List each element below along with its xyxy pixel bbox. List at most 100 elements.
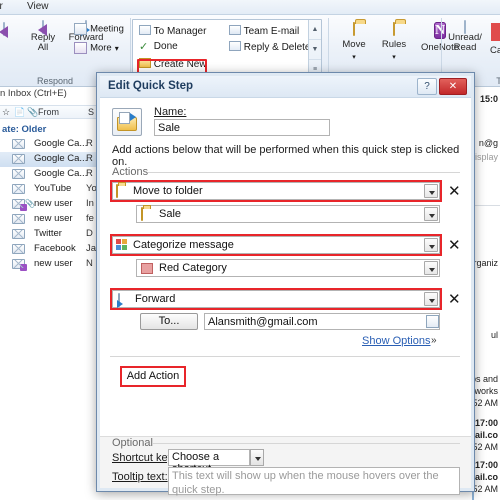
dialog-body: Name: Add actions below that will be per… [100, 98, 471, 496]
message-sender: Facebook [34, 243, 76, 254]
add-action-button[interactable]: Add Action [122, 368, 184, 385]
table-row[interactable]: Google Ca... R [0, 137, 97, 152]
dialog-titlebar[interactable]: Edit Quick Step ? ✕ [100, 76, 471, 98]
reply-delete-icon [229, 41, 241, 51]
tags-group-label: Ta [496, 76, 500, 86]
message-subject: R [86, 138, 93, 149]
reading-pane-time-4: 52 AM [472, 442, 498, 452]
rules-dropdown-arrow-icon[interactable]: ▾ [392, 54, 396, 61]
column-header-attachment-icon[interactable]: 📎 [27, 107, 38, 118]
chevron-down-icon[interactable] [424, 261, 438, 275]
to-button[interactable]: To... [140, 313, 198, 330]
tab-view[interactable]: View [27, 1, 49, 12]
create-new-icon [139, 58, 151, 68]
reply-delete-label: Reply & Delete [243, 42, 311, 53]
reading-pane-email: n@g [478, 138, 498, 148]
message-subject: In [86, 198, 94, 209]
table-row[interactable]: 📎 new user In [0, 197, 97, 212]
table-row[interactable]: Google Ca... R [0, 167, 97, 182]
chevron-down-icon[interactable] [424, 292, 438, 306]
message-subject: R [86, 153, 93, 164]
tooltip-text-input[interactable]: This text will show up when the mouse ho… [168, 467, 460, 496]
column-header-from[interactable]: From [38, 107, 59, 117]
rules-button[interactable]: Rules ▾ [374, 22, 414, 62]
message-sender: Google Ca... [34, 168, 88, 179]
quick-steps-scrollbar[interactable]: ▲ ▼ ≡ [308, 20, 321, 80]
red-swatch-icon [141, 263, 153, 274]
remove-action-categorize-button[interactable]: ✕ [448, 238, 461, 253]
more-button[interactable]: More ▾ [74, 42, 130, 55]
show-options-link[interactable]: Show Options [362, 335, 430, 347]
quick-step-team-email[interactable]: Team E-mail [229, 25, 299, 37]
table-row[interactable]: YouTube Yo [0, 182, 97, 197]
optional-section-label: Optional [112, 437, 153, 449]
message-list-column-headers: ☆ 📄 📎 From S [0, 105, 97, 119]
quick-step-create-new[interactable]: Create New [139, 58, 207, 70]
shortcut-key-select[interactable]: Choose a shortcut [168, 449, 250, 475]
action-type-categorize-label: Categorize message [133, 239, 234, 251]
move-folder-icon [353, 22, 355, 36]
team-email-icon [229, 25, 241, 35]
dialog-description: Add actions below that will be performed… [112, 144, 460, 168]
more-dropdown-arrow-icon[interactable]: ▾ [115, 44, 119, 53]
message-subject: R [86, 168, 93, 179]
edit-quick-step-dialog: Edit Quick Step ? ✕ Name: Add actions be… [96, 72, 475, 496]
dialog-title: Edit Quick Step [108, 80, 193, 92]
category-select-red-label: Red Category [159, 262, 227, 274]
column-header-subject[interactable]: S [88, 107, 94, 117]
message-sender: new user [34, 198, 73, 209]
action-type-move-to-folder[interactable]: Move to folder [112, 182, 440, 200]
shortcut-key-chevron-down-icon[interactable] [250, 449, 264, 466]
unread-read-button[interactable]: Unread/ Read [443, 20, 487, 53]
table-row[interactable]: new user fe [0, 212, 97, 227]
categorize-button[interactable]: Cate [486, 23, 500, 56]
message-envelope-icon [12, 229, 25, 239]
quick-step-to-manager[interactable]: To Manager [139, 25, 206, 37]
table-row[interactable]: new user N [0, 257, 97, 272]
move-dropdown-arrow-icon[interactable]: ▾ [352, 54, 356, 61]
message-sender: YouTube [34, 183, 72, 194]
message-sender: Google Ca... [34, 138, 88, 149]
table-row[interactable]: Twitter D [0, 227, 97, 242]
tooltip-text-label: Tooltip text: [112, 471, 168, 483]
scroll-up-arrow-icon[interactable]: ▲ [309, 20, 321, 40]
tab-folder[interactable]: er [0, 1, 3, 12]
ribbon-separator-3 [441, 18, 442, 80]
scroll-down-arrow-icon[interactable]: ▼ [309, 40, 321, 60]
folder-select-sale[interactable]: Sale [136, 205, 440, 223]
remove-action-move-button[interactable]: ✕ [448, 184, 461, 199]
reply-button[interactable] [0, 22, 18, 38]
to-manager-icon [139, 25, 151, 35]
action-type-forward[interactable]: Forward [112, 290, 440, 308]
category-select-red[interactable]: Red Category [136, 259, 440, 277]
search-input[interactable]: n Inbox (Ctrl+E) [0, 88, 97, 103]
create-new-label: Create New [153, 59, 207, 70]
chevron-down-icon[interactable] [424, 207, 438, 221]
table-row[interactable]: Facebook Ja [0, 242, 97, 257]
message-envelope-icon [12, 199, 27, 211]
respond-group-label: Respond [36, 76, 74, 86]
move-button[interactable]: Move ▾ [334, 22, 374, 62]
name-input[interactable] [154, 119, 330, 136]
meeting-button[interactable]: Meeting [74, 23, 130, 36]
quick-step-done[interactable]: ✓ Done [139, 41, 178, 53]
move-label: Move [342, 39, 366, 50]
message-envelope-icon [12, 259, 27, 271]
quick-step-reply-delete[interactable]: Reply & Delete [229, 41, 310, 53]
folder-move-icon [116, 184, 118, 198]
close-button[interactable]: ✕ [439, 78, 467, 95]
recipient-input[interactable] [204, 313, 440, 330]
chevron-double-down-icon[interactable]: » [431, 335, 437, 346]
column-header-page-icon[interactable]: 📄 [14, 107, 25, 118]
table-row[interactable]: Google Ca... R [0, 152, 97, 167]
reading-pane-text-ul: ul [490, 330, 498, 340]
column-header-flag-icon[interactable]: ☆ [2, 107, 10, 118]
chevron-down-icon[interactable] [424, 184, 438, 198]
action-type-categorize-message[interactable]: Categorize message [112, 236, 440, 254]
help-button[interactable]: ? [417, 78, 437, 95]
message-subject: N [86, 258, 93, 269]
check-names-icon[interactable] [426, 315, 439, 328]
reply-all-button[interactable]: Reply All [22, 20, 64, 53]
remove-action-forward-button[interactable]: ✕ [448, 292, 461, 307]
chevron-down-icon[interactable] [424, 238, 438, 252]
